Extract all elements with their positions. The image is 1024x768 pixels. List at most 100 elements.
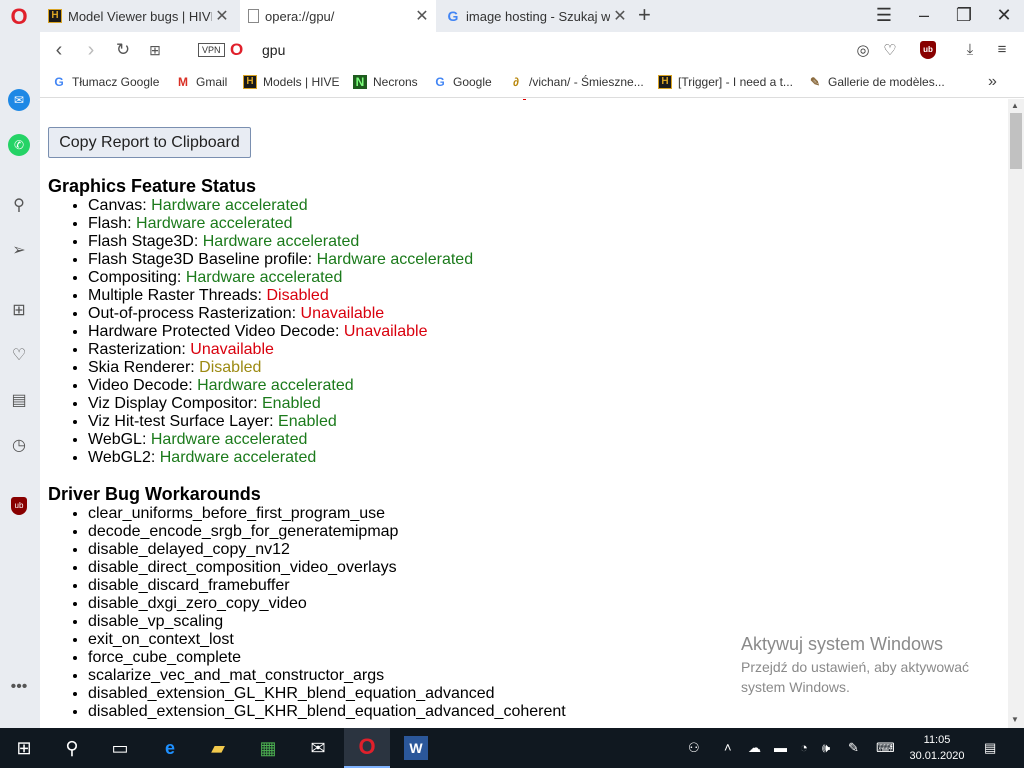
tab-image-hosting[interactable]: G image hosting - Szukaj w G ✕ [438, 0, 634, 32]
feature-status: Hardware accelerated [185, 269, 343, 286]
tab-model-viewer-bugs[interactable]: Model Viewer bugs | HIVE ✕ [40, 0, 236, 32]
workaround-item: disable_dxgi_zero_copy_video [88, 595, 566, 613]
tab-menu-icon[interactable]: ☰ [872, 4, 896, 26]
onedrive-icon[interactable]: ☁ [748, 740, 761, 756]
camera-tray-icon[interactable]: ▬ [774, 740, 787, 755]
bookmark-label: Models | HIVE [263, 75, 340, 89]
necrons-icon: N [353, 75, 367, 89]
speed-dial-icon[interactable]: ⊞ [144, 39, 166, 61]
ublock-icon[interactable]: ub [11, 497, 27, 515]
bookmark-item[interactable]: G Tłumacz Google [52, 75, 159, 89]
volume-icon[interactable]: 🕪 [822, 740, 830, 756]
bookmark-label: Necrons [373, 75, 418, 89]
minimize-button[interactable]: – [912, 4, 936, 26]
feature-name: Skia Renderer: [88, 359, 195, 376]
notifications-icon[interactable]: ▤ [984, 740, 996, 756]
camera-icon[interactable]: ◎ [853, 41, 873, 59]
workaround-item: disabled_extension_GL_KHR_blend_equation… [88, 703, 566, 721]
file-explorer-icon[interactable]: ▰ [206, 736, 230, 760]
feature-name: Compositing: [88, 269, 182, 286]
workaround-item: scalarize_vec_and_mat_constructor_args [88, 667, 566, 685]
speed-dial-icon[interactable]: ⊞ [8, 300, 30, 322]
vpn-badge[interactable]: VPN [198, 43, 225, 57]
workaround-item: disabled_extension_GL_KHR_blend_equation… [88, 685, 566, 703]
workarounds-heading: Driver Bug Workarounds [48, 484, 261, 504]
feature-item: Flash Stage3D Baseline profile: Hardware… [88, 251, 473, 269]
address-bar: ‹ › ↻ ⊞ VPN O gpu ◎ ♡ ub ⤓ ≡ [40, 32, 1024, 68]
bookmark-item[interactable]: N Necrons [353, 75, 418, 89]
opera-menu-icon[interactable]: O [8, 6, 30, 28]
new-tab-button[interactable]: + [638, 4, 651, 26]
close-window-button[interactable]: ✕ [992, 4, 1016, 26]
workaround-item: decode_encode_srgb_for_generatemipmap [88, 523, 566, 541]
bookmark-label: Gmail [196, 75, 228, 89]
feature-name: Video Decode: [88, 377, 193, 394]
close-icon[interactable]: ✕ [610, 6, 630, 26]
whatsapp-icon[interactable]: ✆ [8, 134, 30, 156]
search-icon[interactable]: ⚲ [8, 195, 30, 217]
feature-name: Rasterization: [88, 341, 186, 358]
more-icon[interactable]: ••• [8, 676, 30, 698]
close-icon[interactable]: ✕ [212, 6, 232, 26]
copy-report-button[interactable]: Copy Report to Clipboard [48, 127, 251, 158]
edge-icon[interactable]: e [158, 736, 182, 760]
people-icon[interactable]: ⚇ [688, 740, 700, 756]
scroll-up-icon[interactable]: ▲ [1011, 101, 1019, 110]
bookmark-item[interactable]: ∂ /vichan/ - Śmieszne... [509, 75, 644, 89]
bookmark-item[interactable]: ✎ Gallerie de modèles... [808, 75, 945, 89]
feature-item: Viz Hit-test Surface Layer: Enabled [88, 413, 473, 431]
feature-name: Multiple Raster Threads: [88, 287, 262, 304]
show-hidden-icons[interactable]: ˄ [724, 740, 732, 755]
send-icon[interactable]: ➢ [8, 240, 30, 262]
heart-icon[interactable]: ♡ [880, 41, 900, 59]
hive-icon [658, 75, 672, 89]
ublock-icon[interactable]: ub [920, 41, 936, 59]
bookmark-item[interactable]: M Gmail [176, 75, 227, 89]
store-icon[interactable]: ▦ [256, 736, 280, 760]
tab-opera-gpu[interactable]: opera://gpu/ ✕ [240, 0, 436, 32]
back-button[interactable]: ‹ [48, 39, 70, 61]
task-view-icon[interactable]: ▭ [108, 736, 132, 760]
mail-icon[interactable]: ✉ [306, 736, 330, 760]
gmail-icon: M [178, 75, 188, 89]
bookmark-item[interactable]: Models | HIVE [243, 75, 339, 89]
forward-button[interactable]: › [80, 39, 102, 61]
word-icon[interactable]: W [404, 736, 428, 760]
heart-icon[interactable]: ♡ [8, 345, 30, 367]
download-icon[interactable]: ⤓ [960, 41, 980, 58]
search-icon[interactable]: ⚲ [60, 736, 84, 760]
restore-button[interactable]: ❐ [952, 4, 976, 26]
bookmark-item[interactable]: G Google [433, 75, 491, 89]
bookmarks-more-icon[interactable]: » [988, 73, 997, 91]
feature-status: Disabled [199, 359, 262, 376]
feature-item: Canvas: Hardware accelerated [88, 197, 473, 215]
network-icon[interactable]: ◔ [800, 740, 808, 755]
feature-name: Flash Stage3D Baseline profile: [88, 251, 313, 268]
opera-icon: O [358, 734, 376, 759]
history-icon[interactable]: ◷ [8, 435, 30, 457]
hive-icon [48, 9, 62, 23]
feature-item: WebGL2: Hardware accelerated [88, 449, 473, 467]
feature-name: WebGL: [88, 431, 147, 448]
easy-setup-icon[interactable]: ≡ [992, 41, 1012, 58]
url-field[interactable]: gpu [262, 42, 285, 58]
feature-name: WebGL2: [88, 449, 156, 466]
opera-taskbar-button[interactable]: O [344, 728, 390, 768]
features-list: Canvas: Hardware acceleratedFlash: Hardw… [88, 197, 473, 467]
scroll-down-icon[interactable]: ▼ [1011, 715, 1019, 724]
clock-time: 11:05 [923, 734, 951, 746]
windows-start-icon[interactable]: ⊞ [12, 736, 36, 760]
bookmark-item[interactable]: [Trigger] - I need a t... [658, 75, 793, 89]
news-icon[interactable]: ▤ [8, 390, 30, 412]
messenger-icon[interactable]: ✉ [8, 89, 30, 111]
feature-item: WebGL: Hardware accelerated [88, 431, 473, 449]
feature-name: Viz Display Compositor: [88, 395, 258, 412]
scrollbar-thumb[interactable] [1010, 113, 1022, 169]
keyboard-icon[interactable]: ⌨ [876, 740, 895, 756]
pen-icon[interactable]: ✎ [848, 740, 859, 756]
clock[interactable]: 11:05 30.01.2020 [905, 732, 969, 764]
bookmark-label: [Trigger] - I need a t... [678, 75, 793, 89]
vertical-scrollbar[interactable]: ▲ ▼ [1008, 99, 1024, 728]
reload-button[interactable]: ↻ [112, 39, 134, 61]
close-icon[interactable]: ✕ [412, 6, 432, 26]
